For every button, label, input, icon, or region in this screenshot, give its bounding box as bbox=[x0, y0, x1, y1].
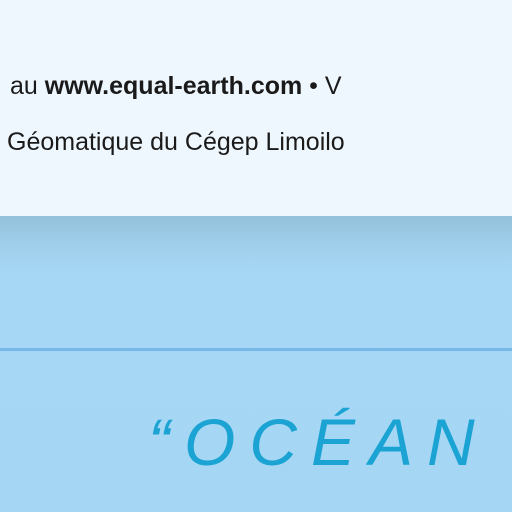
credits-line-2: Géomatique du Cégep Limoilo bbox=[7, 128, 345, 156]
graticule-line bbox=[0, 348, 512, 351]
website-link[interactable]: www.equal-earth.com bbox=[45, 72, 302, 100]
credits-line-1: au www.equal-earth.com • V bbox=[10, 72, 342, 101]
credits-panel: au www.equal-earth.com • V Géomatique du… bbox=[0, 0, 512, 216]
credits-text: au bbox=[10, 72, 45, 100]
credits-text-continued: V bbox=[324, 72, 342, 100]
bullet-separator: • bbox=[302, 72, 325, 100]
ocean-label: “OCÉAN bbox=[148, 405, 489, 479]
